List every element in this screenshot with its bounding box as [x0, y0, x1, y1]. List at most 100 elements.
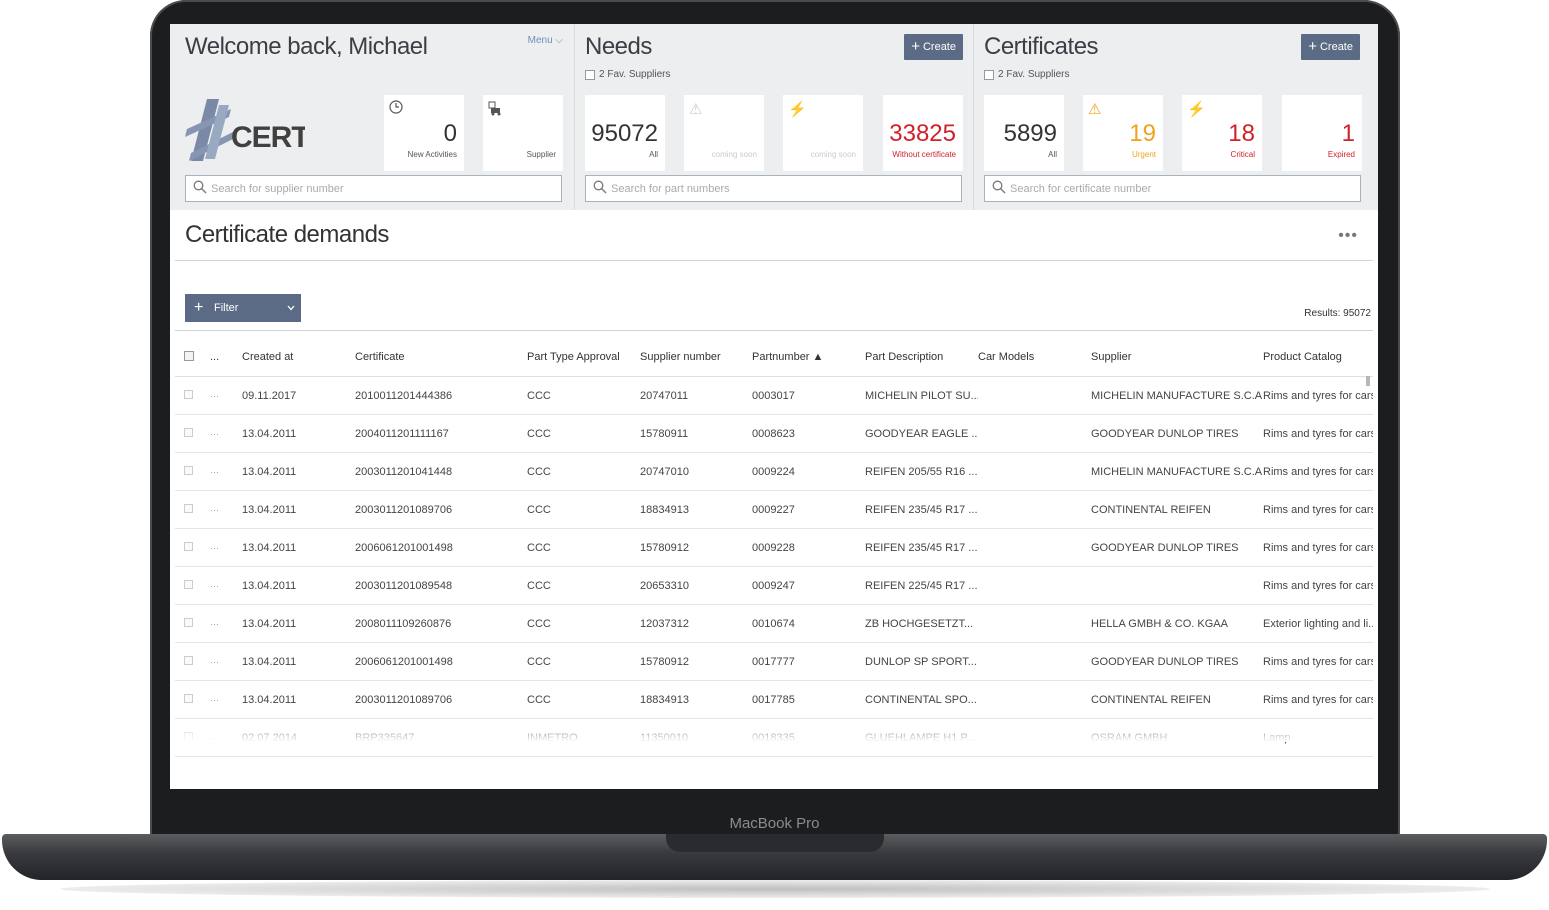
checkbox[interactable] — [184, 465, 193, 475]
table-cell — [978, 604, 1091, 643]
part-search-input[interactable]: Search for part numbers — [585, 175, 962, 202]
needs-fav-suppliers[interactable]: 2 Fav. Suppliers — [585, 69, 671, 80]
table-cell: 0017785 — [752, 680, 865, 719]
tile-label: Supplier — [526, 150, 556, 159]
checkbox[interactable] — [184, 541, 193, 551]
table-row[interactable]: ··· 09.11.2017 2010011201444386 CCC 20747011… — [175, 376, 1373, 415]
table-row[interactable]: ··· 13.04.2011 2006061201001498 CCC 15780912… — [175, 528, 1373, 567]
certificates-create-button[interactable]: + Create — [1301, 34, 1360, 60]
checkbox[interactable] — [184, 503, 193, 513]
supplier-search-input[interactable]: Search for supplier number — [185, 175, 562, 202]
column-header-supplier-number[interactable]: Supplier number — [640, 338, 752, 377]
column-header-part-description[interactable]: Part Description — [865, 338, 978, 377]
filter-button[interactable]: + Filter — [185, 294, 301, 322]
cert-tile-urgent[interactable]: ⚠ 19 Urgent — [1083, 95, 1163, 171]
column-header-car-models[interactable]: Car Models — [978, 338, 1091, 377]
row-actions-icon[interactable]: ··· — [210, 528, 242, 567]
row-actions-icon[interactable]: ··· — [210, 452, 242, 491]
checkbox[interactable] — [984, 69, 994, 80]
table-cell: 2008011109260876 — [355, 604, 527, 643]
more-options-icon[interactable]: ••• — [1338, 227, 1358, 245]
table-header-row: ... Created at Certificate Part Type App… — [175, 338, 1373, 377]
row-checkbox[interactable] — [175, 566, 210, 605]
divider — [175, 330, 1373, 331]
welcome-title: Welcome back, Michael — [185, 33, 428, 60]
row-checkbox[interactable] — [175, 680, 210, 719]
row-actions-icon[interactable]: ··· — [210, 490, 242, 529]
row-actions-icon[interactable]: ··· — [210, 376, 242, 415]
table-cell: MICHELIN MANUFACTURE S.C.A — [1091, 376, 1263, 415]
table-cell: 2006061201001498 — [355, 528, 527, 567]
column-header-supplier[interactable]: Supplier — [1091, 338, 1263, 377]
checkbox[interactable] — [184, 655, 193, 665]
column-header-partnumber[interactable]: Partnumber ▲ — [752, 338, 865, 377]
fav-label: 2 Fav. Suppliers — [998, 69, 1070, 80]
needs-tile-without-certificate[interactable]: 33825 Without certificate — [883, 95, 963, 171]
table-row[interactable]: ··· 13.04.2011 2004011201111167 CCC 15780911… — [175, 414, 1373, 453]
certificates-fav-suppliers[interactable]: 2 Fav. Suppliers — [984, 69, 1070, 80]
menu-dropdown[interactable]: Menu ⌵ — [528, 35, 563, 46]
table-cell: 2003011201089548 — [355, 566, 527, 605]
row-checkbox[interactable] — [175, 528, 210, 567]
table-cell — [978, 642, 1091, 681]
fav-label: 2 Fav. Suppliers — [599, 69, 671, 80]
row-checkbox[interactable] — [175, 376, 210, 415]
table-cell: 2010011201444386 — [355, 376, 527, 415]
checkbox[interactable] — [184, 427, 193, 437]
create-label: Create — [922, 41, 956, 53]
table-cell: GOODYEAR DUNLOP TIRES — [1091, 528, 1263, 567]
column-header-part-type-approval[interactable]: Part Type Approval — [527, 338, 640, 377]
table-row[interactable]: ··· 13.04.2011 2003011201041448 CCC 20747010… — [175, 452, 1373, 491]
checkbox[interactable] — [184, 693, 193, 703]
needs-create-button[interactable]: + Create — [904, 34, 963, 60]
column-header-product-catalog[interactable]: Product Catalog — [1263, 338, 1373, 377]
row-checkbox[interactable] — [175, 452, 210, 491]
column-header-created-at[interactable]: Created at — [242, 338, 355, 377]
checkbox[interactable] — [184, 350, 194, 361]
checkbox[interactable] — [184, 579, 193, 589]
row-checkbox[interactable] — [175, 490, 210, 529]
section-title: Certificate demands — [185, 221, 389, 248]
cert-tile-expired[interactable]: 1 Expired — [1282, 95, 1362, 171]
table-cell: CCC — [527, 376, 640, 415]
row-actions-icon[interactable]: ··· — [210, 604, 242, 643]
needs-tile-all[interactable]: 95072 All — [585, 95, 665, 171]
checkbox[interactable] — [184, 617, 193, 627]
checkbox[interactable] — [184, 389, 193, 399]
table-cell: CCC — [527, 604, 640, 643]
row-actions-icon[interactable]: ··· — [210, 566, 242, 605]
table-cell — [978, 376, 1091, 415]
tile-label: New Activities — [407, 150, 457, 159]
certificate-search-input[interactable]: Search for certificate number — [984, 175, 1361, 202]
tile-new-activities[interactable]: 0 New Activities — [384, 95, 464, 171]
table-row[interactable]: ··· 13.04.2011 2003011201089706 CCC 18834913… — [175, 680, 1373, 719]
row-checkbox[interactable] — [175, 414, 210, 453]
menu-label: Menu — [527, 35, 553, 46]
table-cell: Rims and tyres for cars — [1263, 642, 1373, 681]
row-actions-icon[interactable]: ··· — [210, 642, 242, 681]
select-all-checkbox[interactable] — [175, 338, 210, 377]
table-cell: GOODYEAR DUNLOP TIRES — [1091, 414, 1263, 453]
checkbox[interactable] — [585, 69, 595, 80]
row-checkbox[interactable] — [175, 642, 210, 681]
table-row[interactable]: ··· 13.04.2011 2006061201001498 CCC 15780912… — [175, 642, 1373, 681]
row-checkbox[interactable] — [175, 604, 210, 643]
plus-icon: + — [1308, 38, 1317, 55]
table-cell — [1091, 566, 1263, 605]
tile-supplier[interactable]: Supplier — [483, 95, 563, 171]
table-row[interactable]: ··· 13.04.2011 2003011201089548 CCC 20653310… — [175, 566, 1373, 605]
row-actions-icon[interactable]: ··· — [210, 680, 242, 719]
table-cell: 0009224 — [752, 452, 865, 491]
cert-tile-critical[interactable]: ⚡ 18 Critical — [1182, 95, 1262, 171]
column-header-certificate[interactable]: Certificate — [355, 338, 527, 377]
cert-tile-all[interactable]: 5899 All — [984, 95, 1064, 171]
table-row[interactable]: ··· 13.04.2011 2003011201089706 CCC 18834913… — [175, 490, 1373, 529]
row-actions-icon[interactable]: ··· — [210, 414, 242, 453]
tile-value: 1 — [1341, 120, 1355, 147]
table-cell: 18834913 — [640, 680, 752, 719]
table-cell: ZB HOCHGESETZT... — [865, 604, 978, 643]
table-cell: Rims and tyres for cars — [1263, 452, 1373, 491]
table-row[interactable]: ··· 13.04.2011 2008011109260876 CCC 12037312… — [175, 604, 1373, 643]
scrollbar[interactable] — [1366, 376, 1370, 386]
table-cell: 2003011201089706 — [355, 490, 527, 529]
